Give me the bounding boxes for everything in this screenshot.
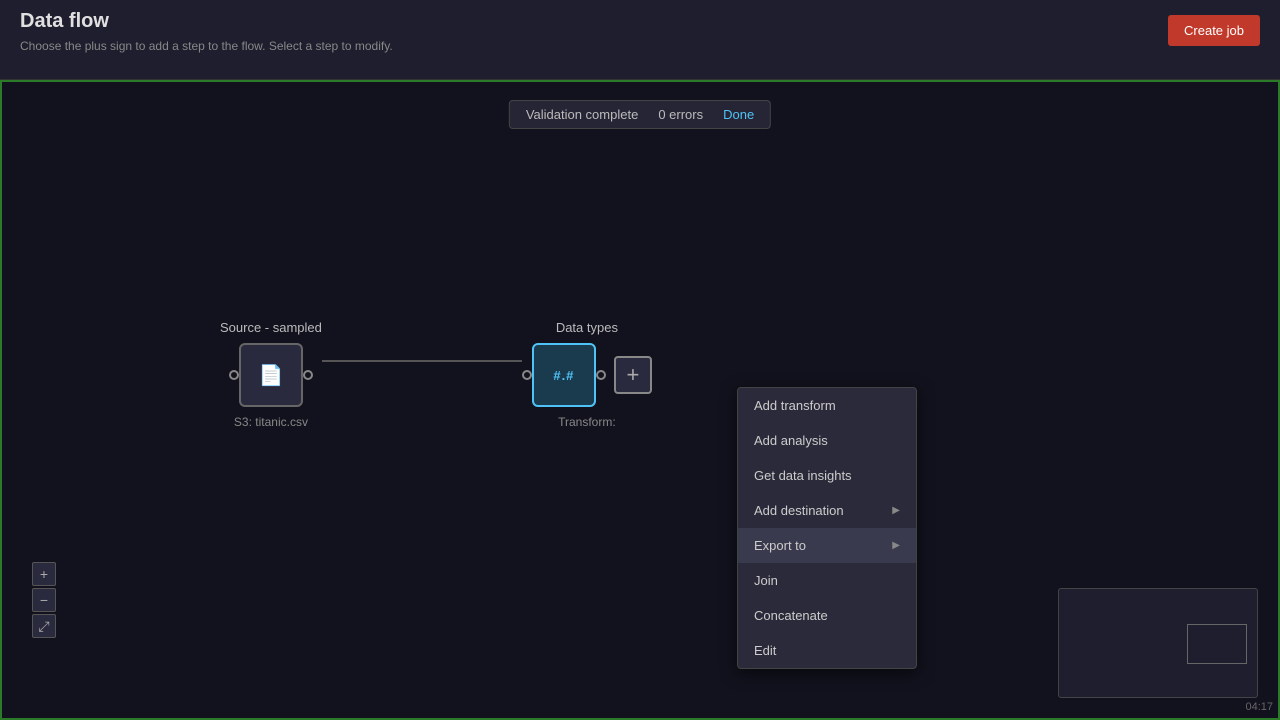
zoom-fit-button[interactable]: ⤢ — [32, 614, 56, 638]
source-node-icon: 📄 — [258, 363, 283, 388]
mini-map-viewport — [1187, 624, 1247, 664]
menu-item-export-to[interactable]: Export to ▶ — [738, 528, 916, 563]
transform-node-group: Data types #.# + Transform: — [522, 320, 652, 429]
page-title: Data flow — [20, 10, 393, 33]
context-menu: Add transform Add analysis Get data insi… — [737, 387, 917, 669]
source-left-dot — [229, 370, 239, 380]
header-left: Data flow Choose the plus sign to add a … — [20, 10, 393, 53]
plus-icon: + — [626, 362, 639, 388]
source-node-box[interactable]: 📄 — [239, 343, 303, 407]
transform-connector: #.# + — [522, 343, 652, 407]
transform-node-sublabel: Transform: — [558, 415, 616, 429]
validation-errors: 0 errors — [658, 107, 703, 122]
source-node-sublabel: S3: titanic.csv — [234, 415, 308, 429]
menu-item-add-transform[interactable]: Add transform — [738, 388, 916, 423]
add-step-button[interactable]: + — [614, 356, 652, 394]
transform-node-icon: #.# — [553, 368, 574, 383]
create-job-button[interactable]: Create job — [1168, 15, 1260, 46]
timestamp: 04:17 — [1245, 701, 1273, 713]
menu-item-add-analysis[interactable]: Add analysis — [738, 423, 916, 458]
source-node-group: Source - sampled 📄 S3: titanic.csv — [220, 320, 322, 429]
flow-line-1 — [322, 360, 522, 362]
zoom-controls: + − ⤢ — [32, 562, 56, 638]
export-to-chevron: ▶ — [892, 540, 900, 551]
transform-left-dot — [522, 370, 532, 380]
transform-right-dot — [596, 370, 606, 380]
transform-node-box[interactable]: #.# — [532, 343, 596, 407]
source-node-label: Source - sampled — [220, 320, 322, 335]
validation-done-button[interactable]: Done — [723, 107, 754, 122]
add-destination-chevron: ▶ — [892, 505, 900, 516]
menu-item-join[interactable]: Join — [738, 563, 916, 598]
validation-bar: Validation complete 0 errors Done — [509, 100, 771, 129]
flow-area: Source - sampled 📄 S3: titanic.csv Data … — [220, 320, 652, 429]
menu-item-add-destination[interactable]: Add destination ▶ — [738, 493, 916, 528]
transform-node-label: Data types — [556, 320, 618, 335]
app-header: Data flow Choose the plus sign to add a … — [0, 0, 1280, 80]
zoom-out-button[interactable]: − — [32, 588, 56, 612]
source-connector: 📄 — [229, 343, 313, 407]
connector-line-1 — [322, 360, 522, 362]
validation-status: Validation complete — [526, 107, 639, 122]
page-subtitle: Choose the plus sign to add a step to th… — [20, 39, 393, 53]
source-right-dot — [303, 370, 313, 380]
zoom-in-button[interactable]: + — [32, 562, 56, 586]
menu-item-edit[interactable]: Edit — [738, 633, 916, 668]
flow-canvas: Validation complete 0 errors Done Source… — [0, 80, 1280, 720]
menu-item-get-data-insights[interactable]: Get data insights — [738, 458, 916, 493]
mini-map — [1058, 588, 1258, 698]
menu-item-concatenate[interactable]: Concatenate — [738, 598, 916, 633]
